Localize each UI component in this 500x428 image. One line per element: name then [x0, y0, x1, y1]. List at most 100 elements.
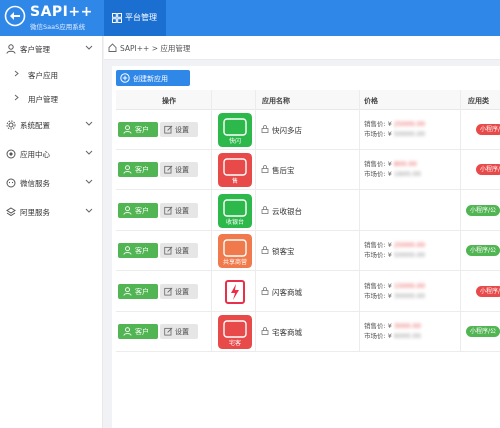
top-bar: SAPI++ 微信SaaS应用系统 平台管理 — [0, 0, 500, 36]
sidebar-item-user-management[interactable]: 用户管理 — [0, 86, 103, 110]
breadcrumb-text[interactable]: SAPI++ > 应用管理 — [120, 43, 190, 54]
customer-button[interactable]: 客户 — [118, 162, 158, 177]
main-content: SAPI++ > 应用管理 创建新应用 操作 应用名称 价格 应用类 客户 设置快… — [104, 36, 500, 428]
settings-button[interactable]: 设置 — [160, 324, 198, 339]
price-cell: 销售价: ¥ 3000.00 市场价: ¥ 6000.00 — [364, 320, 462, 346]
market-price-value: 30000.00 — [393, 292, 425, 300]
topnav-label: 平台管理 — [125, 13, 157, 22]
settings-button[interactable]: 设置 — [160, 162, 198, 177]
settings-button[interactable]: 设置 — [160, 122, 198, 137]
sale-price-value: 800.00 — [393, 160, 417, 168]
edit-icon — [164, 327, 173, 336]
lock-icon — [261, 246, 269, 254]
sale-price-label: 销售价: ¥ — [364, 282, 392, 290]
edit-icon — [164, 287, 173, 296]
app-name-text: 售后宝 — [272, 166, 295, 175]
app-type-badge: 小程序/ — [476, 286, 500, 297]
layers-icon — [6, 207, 16, 217]
create-app-label: 创建新应用 — [133, 75, 168, 83]
sale-price-label: 销售价: ¥ — [364, 322, 392, 330]
market-price-label: 市场价: ¥ — [364, 170, 392, 178]
market-price-label: 市场价: ¥ — [364, 292, 392, 300]
app-type-badge: 小程序/公 — [466, 326, 500, 337]
sale-price-label: 销售价: ¥ — [364, 241, 392, 249]
app-type-badge: 小程序/ — [476, 164, 500, 175]
app-logo-icon: 共享商营 — [218, 234, 252, 268]
customer-button[interactable]: 客户 — [118, 243, 158, 258]
column-divider — [211, 90, 212, 352]
app-icon — [218, 275, 252, 309]
edit-icon — [164, 165, 173, 174]
brand-subtitle: 微信SaaS应用系统 — [30, 23, 86, 31]
user-icon — [123, 287, 132, 296]
sidebar-item-label: 用户管理 — [28, 95, 58, 104]
app-icon: 收银台 — [218, 194, 252, 228]
sidebar-item-system-config[interactable]: 系统配置 — [0, 112, 103, 138]
app-icon: 售 — [218, 153, 252, 187]
settings-button[interactable]: 设置 — [160, 284, 198, 299]
sidebar-item-label: 阿里服务 — [20, 208, 50, 217]
app-name-text: 宅客商城 — [272, 328, 302, 337]
logo-icon — [4, 5, 26, 27]
brand-title: SAPI++ — [30, 4, 93, 20]
header-price: 价格 — [364, 97, 378, 105]
logo[interactable]: SAPI++ 微信SaaS应用系统 — [4, 4, 104, 32]
customer-button[interactable]: 客户 — [118, 122, 158, 137]
chevron-down-icon — [85, 150, 93, 155]
settings-button[interactable]: 设置 — [160, 243, 198, 258]
price-cell: 销售价: ¥ 15000.00 市场价: ¥ 30000.00 — [364, 280, 462, 306]
flash-store-icon — [218, 275, 252, 309]
app-icon: 共享商营 — [218, 234, 252, 268]
sidebar-item-app-center[interactable]: 应用中心 — [0, 141, 103, 167]
lock-icon — [261, 125, 269, 133]
customer-button[interactable]: 客户 — [118, 284, 158, 299]
sidebar-item-label: 应用中心 — [20, 150, 50, 159]
sidebar-item-wechat-service[interactable]: 微信服务 — [0, 170, 103, 196]
app-panel: 创建新应用 操作 应用名称 价格 应用类 客户 设置 快闪 快闪多店 销售价: ¥ 25… — [112, 66, 500, 428]
customer-button-label: 客户 — [135, 207, 149, 215]
column-divider — [255, 90, 256, 352]
price-cell: 销售价: ¥ 800.00 市场价: ¥ 1600.00 — [364, 158, 462, 184]
customer-button[interactable]: 客户 — [118, 203, 158, 218]
app-name-text: 快闪多店 — [272, 126, 302, 135]
price-cell: 销售价: ¥ 25000.00 市场价: ¥ 50000.00 — [364, 239, 462, 265]
price-cell: 销售价: ¥ 25000.00 市场价: ¥ 50000.00 — [364, 118, 462, 144]
chevron-down-icon — [85, 121, 93, 126]
topnav-platform-management[interactable]: 平台管理 — [104, 0, 166, 36]
column-divider — [460, 90, 461, 352]
lock-icon — [261, 165, 269, 173]
lock-icon — [261, 287, 269, 295]
user-icon — [123, 165, 132, 174]
market-price-value: 50000.00 — [393, 251, 425, 259]
create-app-button[interactable]: 创建新应用 — [116, 70, 190, 86]
home-icon[interactable] — [108, 43, 117, 52]
gear-icon — [6, 120, 16, 130]
app-logo-text: 售 — [232, 177, 238, 185]
table-row: 客户 设置售 售后宝 销售价: ¥ 800.00 市场价: ¥ 1600.00 小程序/ — [116, 150, 500, 190]
app-logo-icon: 快闪 — [218, 113, 252, 147]
sale-price-label: 销售价: ¥ — [364, 120, 392, 128]
app-icon: 宅客 — [218, 315, 252, 349]
app-type-badge: 小程序/公 — [466, 245, 500, 256]
sidebar-item-ali-service[interactable]: 阿里服务 — [0, 199, 103, 225]
edit-icon — [164, 206, 173, 215]
sale-price-value: 25000.00 — [393, 241, 425, 249]
customer-button-label: 客户 — [135, 166, 149, 174]
app-logo-text: 宅客 — [229, 339, 241, 347]
settings-button[interactable]: 设置 — [160, 203, 198, 218]
app-logo-text: 快闪 — [229, 137, 241, 145]
settings-button-label: 设置 — [175, 166, 189, 174]
sidebar-item-label: 系统配置 — [20, 121, 50, 130]
app-logo-icon: 售 — [218, 153, 252, 187]
sidebar-item-customer-management[interactable]: 客户管理 — [0, 36, 103, 62]
sidebar-item-customer-apps[interactable]: 客户应用 — [0, 62, 103, 86]
chevron-right-icon — [14, 70, 19, 77]
header-action: 操作 — [162, 97, 176, 105]
grid-icon — [112, 13, 122, 23]
market-price-label: 市场价: ¥ — [364, 130, 392, 138]
sidebar-item-label: 客户应用 — [28, 71, 58, 80]
column-divider — [359, 90, 360, 352]
market-price-label: 市场价: ¥ — [364, 251, 392, 259]
sidebar-item-label: 客户管理 — [20, 45, 50, 54]
customer-button[interactable]: 客户 — [118, 324, 158, 339]
